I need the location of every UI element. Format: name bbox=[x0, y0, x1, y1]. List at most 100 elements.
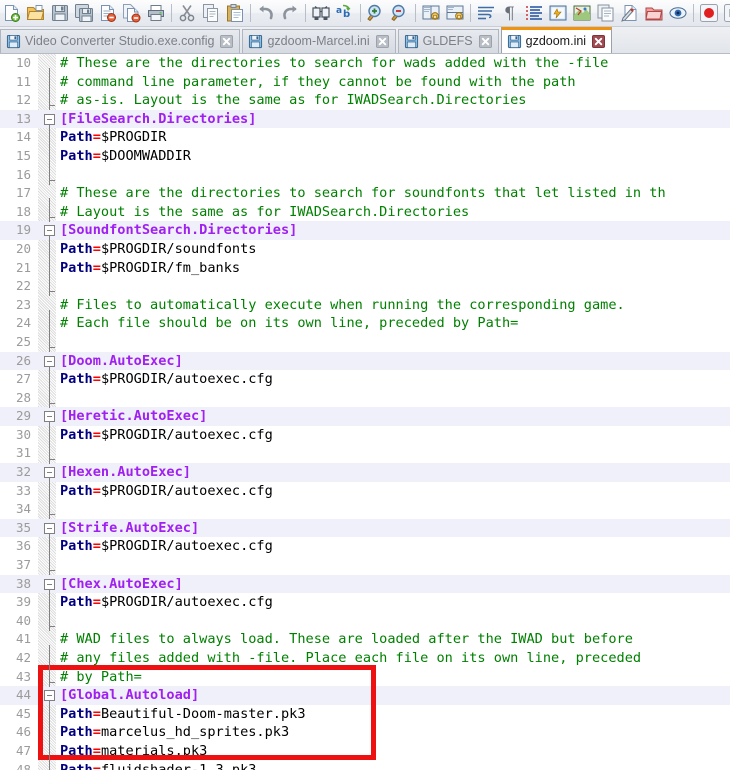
line-content: # Layout is the same as for IWADSearch.D… bbox=[60, 203, 470, 220]
code-line[interactable]: 13 [FileSearch.Directories] bbox=[0, 109, 730, 129]
line-number: 27 bbox=[15, 371, 31, 387]
code-line[interactable]: 18 # Layout is the same as for IWADSearch… bbox=[0, 203, 730, 222]
code-line[interactable]: 37 bbox=[0, 556, 730, 575]
code-line[interactable]: 36 Path=$PROGDIR/autoexec.cfg bbox=[0, 537, 730, 556]
new-file-icon[interactable] bbox=[0, 1, 24, 25]
code-line[interactable]: 44 [Global.Autoload] bbox=[0, 686, 730, 705]
word-wrap-icon[interactable] bbox=[474, 1, 498, 25]
line-number: 48 bbox=[15, 761, 31, 770]
find-icon[interactable] bbox=[309, 1, 333, 25]
code-line[interactable]: 38 [Chex.AutoExec] bbox=[0, 574, 730, 594]
user-defined-language-icon[interactable] bbox=[546, 1, 570, 25]
function-list-icon[interactable] bbox=[594, 1, 618, 25]
close-all-files-icon[interactable] bbox=[120, 1, 144, 25]
macro-stop-icon[interactable] bbox=[721, 1, 730, 25]
document-switcher-icon[interactable] bbox=[618, 1, 642, 25]
code-line[interactable]: 16 bbox=[0, 166, 730, 185]
code-line[interactable]: 45 Path=Beautiful-Doom-master.pk3 bbox=[0, 705, 730, 724]
code-line[interactable]: 21 Path=$PROGDIR/fm_banks bbox=[0, 259, 730, 278]
tab-gldefs[interactable]: GLDEFS bbox=[397, 29, 499, 53]
tab-close-icon[interactable] bbox=[478, 35, 492, 48]
replace-icon[interactable]: a b bbox=[333, 1, 357, 25]
code-line[interactable]: 26 [Doom.AutoExec] bbox=[0, 351, 730, 371]
sync-horizontal-scroll-icon[interactable] bbox=[443, 1, 467, 25]
line-content: [Hexen.AutoExec] bbox=[60, 464, 191, 481]
monitoring-icon[interactable] bbox=[666, 1, 690, 25]
code-line[interactable]: 31 bbox=[0, 444, 730, 463]
code-line[interactable]: 39 Path=$PROGDIR/autoexec.cfg bbox=[0, 593, 730, 612]
line-number: 13 bbox=[15, 110, 31, 126]
show-all-characters-icon[interactable]: ¶ bbox=[498, 1, 522, 25]
line-number: 36 bbox=[15, 538, 31, 554]
zoom-in-icon[interactable] bbox=[364, 1, 388, 25]
code-line[interactable]: 15 Path=$DOOMWADDIR bbox=[0, 147, 730, 166]
tab-close-icon[interactable] bbox=[220, 35, 234, 48]
copy-icon[interactable] bbox=[199, 1, 223, 25]
line-number: 46 bbox=[15, 724, 31, 740]
line-content: Path=$PROGDIR/fm_banks bbox=[60, 259, 241, 276]
document-map-icon[interactable] bbox=[570, 1, 594, 25]
toolbar-separator bbox=[412, 2, 419, 24]
code-line[interactable]: 23 # Files to automatically execute when … bbox=[0, 296, 730, 315]
tab-video-converter-studio-exe-config[interactable]: Video Converter Studio.exe.config bbox=[0, 29, 241, 53]
code-line[interactable]: 48 Path=fluidshader-1.3.pk3 bbox=[0, 761, 730, 770]
fold-guide-line bbox=[49, 123, 50, 185]
line-content: [Doom.AutoExec] bbox=[60, 352, 183, 369]
code-line[interactable]: 30 Path=$PROGDIR/autoexec.cfg bbox=[0, 426, 730, 445]
code-line[interactable]: 22 bbox=[0, 277, 730, 296]
code-line[interactable]: 25 bbox=[0, 333, 730, 352]
code-line[interactable]: 27 Path=$PROGDIR/autoexec.cfg bbox=[0, 370, 730, 389]
code-line[interactable]: 40 bbox=[0, 612, 730, 631]
line-number: 33 bbox=[15, 482, 31, 498]
tab-close-icon[interactable] bbox=[592, 35, 606, 48]
toolbar-separator bbox=[247, 2, 254, 24]
tab-gzdoom-ini[interactable]: gzdoom.ini bbox=[500, 27, 613, 53]
tab-close-icon[interactable] bbox=[375, 35, 389, 48]
editor-area[interactable]: 10 # These are the directories to search … bbox=[0, 54, 730, 770]
fold-end-marker bbox=[49, 626, 55, 627]
folder-as-workspace-icon[interactable] bbox=[642, 1, 666, 25]
code-line[interactable]: 29 [Heretic.AutoExec] bbox=[0, 407, 730, 426]
line-content: [SoundfontSearch.Directories] bbox=[60, 222, 298, 239]
redo-icon[interactable] bbox=[278, 1, 302, 25]
svg-text:a: a bbox=[336, 6, 342, 16]
code-line[interactable]: 17 # These are the directories to search … bbox=[0, 184, 730, 203]
toolbar-separator bbox=[357, 2, 364, 24]
zoom-out-icon[interactable] bbox=[388, 1, 412, 25]
line-number: 22 bbox=[15, 278, 31, 294]
line-number: 44 bbox=[15, 687, 31, 703]
code-line[interactable]: 11 # command line parameter, if they cann… bbox=[0, 73, 730, 92]
code-line[interactable]: 28 bbox=[0, 389, 730, 408]
code-line[interactable]: 10 # These are the directories to search … bbox=[0, 54, 730, 73]
macro-record-icon[interactable] bbox=[697, 1, 721, 25]
line-number: 15 bbox=[15, 147, 31, 163]
code-line[interactable]: 12 # as-is. Layout is the same as for IWA… bbox=[0, 91, 730, 110]
tab-gzdoom-marcel-ini[interactable]: gzdoom-Marcel.ini bbox=[242, 29, 396, 53]
code-line[interactable]: 35 [Strife.AutoExec] bbox=[0, 518, 730, 538]
code-line[interactable]: 14 Path=$PROGDIR bbox=[0, 128, 730, 147]
cut-icon[interactable] bbox=[175, 1, 199, 25]
line-number: 32 bbox=[15, 464, 31, 480]
code-line[interactable]: 32 [Hexen.AutoExec] bbox=[0, 463, 730, 482]
code-line[interactable]: 34 bbox=[0, 500, 730, 519]
code-line[interactable]: 24 # Each file should be on its own line,… bbox=[0, 314, 730, 333]
sync-vertical-scroll-icon[interactable] bbox=[419, 1, 443, 25]
code-line[interactable]: 43 # by Path= bbox=[0, 668, 730, 687]
code-line[interactable]: 20 Path=$PROGDIR/soundfonts bbox=[0, 240, 730, 259]
code-line[interactable]: 47 Path=materials.pk3 bbox=[0, 742, 730, 761]
open-file-icon[interactable] bbox=[24, 1, 48, 25]
code-line[interactable]: 42 # any files added with -file. Place ea… bbox=[0, 649, 730, 668]
undo-icon[interactable] bbox=[254, 1, 278, 25]
save-icon[interactable] bbox=[48, 1, 72, 25]
save-all-icon[interactable] bbox=[72, 1, 96, 25]
line-number: 24 bbox=[15, 315, 31, 331]
code-line[interactable]: 19 [SoundfontSearch.Directories] bbox=[0, 221, 730, 240]
paste-icon[interactable] bbox=[223, 1, 247, 25]
code-line[interactable]: 46 Path=marcelus_hd_sprites.pk3 bbox=[0, 723, 730, 742]
line-content: # These are the directories to search fo… bbox=[60, 55, 609, 71]
close-file-icon[interactable] bbox=[96, 1, 120, 25]
code-line[interactable]: 33 Path=$PROGDIR/autoexec.cfg bbox=[0, 482, 730, 501]
print-icon[interactable] bbox=[144, 1, 168, 25]
indent-guide-icon[interactable] bbox=[522, 1, 546, 25]
code-line[interactable]: 41 # WAD files to always load. These are … bbox=[0, 630, 730, 649]
